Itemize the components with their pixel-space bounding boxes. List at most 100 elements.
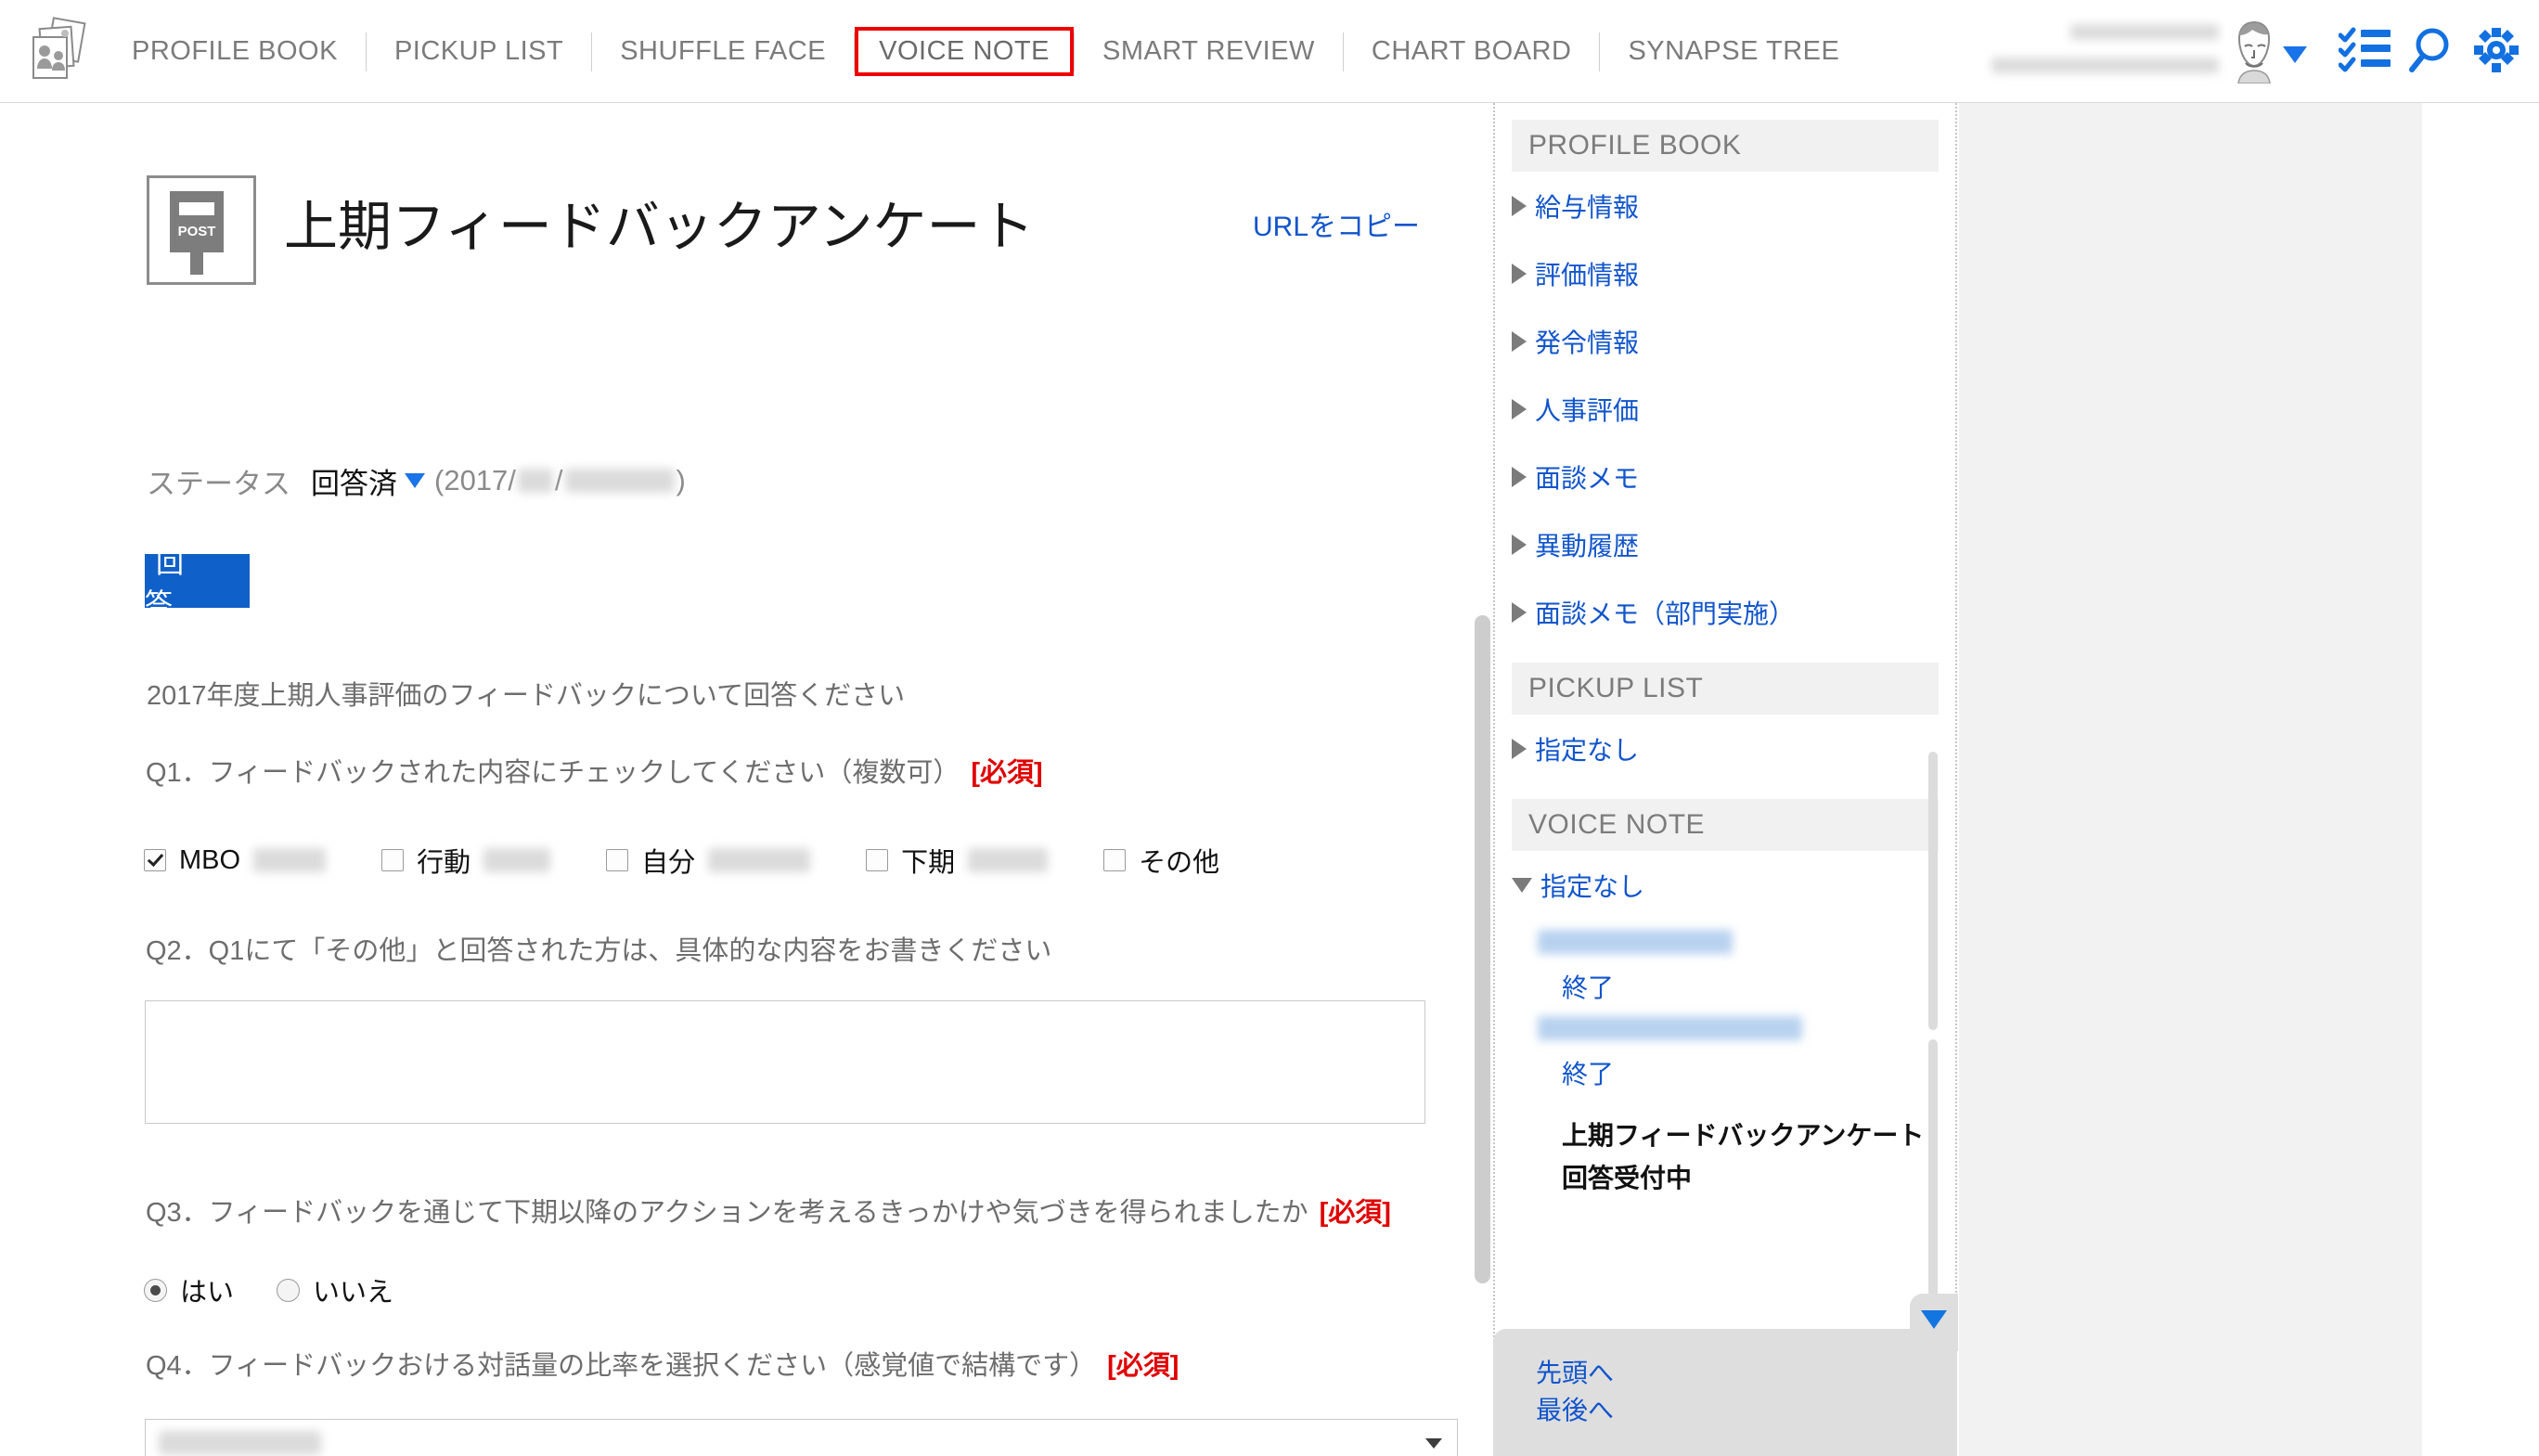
status-label: ステータス [147,467,290,500]
q1-checkbox-3[interactable] [866,849,889,871]
q1-label-text: Q1．フィードバックされた内容にチェックしてください（複数可） [146,758,960,788]
sidebar-item-mendan-memo[interactable]: 面談メモ [1512,443,1939,510]
q1-checkbox-0[interactable] [144,849,166,871]
main-content: POST 上期フィードバックアンケート URLをコピー ステータス 回答済 (2… [0,103,1485,1456]
q1-required-tag: [必須] [971,758,1043,788]
voice-note-list-item[interactable]: 終了 [1538,1005,1939,1091]
sidebar-footer: 先頭へ 最後へ [1493,1329,1957,1456]
q4-selected-value-redacted [159,1431,321,1455]
checklist-icon[interactable] [2338,26,2391,79]
user-info [1940,19,2219,84]
nav-item-smart-review[interactable]: SMART REVIEW [1075,36,1343,67]
triangle-right-icon [1512,263,1527,284]
q3-label-text: Q3．フィードバックを通じて下期以降のアクションを考えるきっかけや気づきを得られ… [146,1198,1308,1228]
status-date-day-redacted [564,469,675,493]
user-detail-redacted [1991,58,2219,73]
status-dropdown-caret-icon[interactable] [405,473,425,488]
sidebar-item-hatsurei-joho[interactable]: 発令情報 [1512,307,1939,375]
triangle-right-icon [1512,398,1527,419]
status-row: ステータス 回答済 (2017/ / ) [147,462,686,500]
q1-option-label-4: その他 [1139,848,1220,878]
post-box-icon: POST [147,175,256,285]
q1-checkbox-4[interactable] [1103,849,1127,871]
triangle-right-icon [1512,195,1527,216]
answer-button[interactable]: 回 答 [145,548,250,621]
status-date-separator: / [554,464,563,496]
q2-label: Q2．Q1にて「その他」と回答された方は、具体的な内容をお書きください [146,929,1051,968]
sidebar-item-label: 指定なし [1535,735,1640,765]
triangle-right-icon [1512,738,1527,759]
sidebar-item-label: 面談メモ [1535,463,1640,493]
sidebar-item-mendan-memo-bumon[interactable]: 面談メモ（部門実施） [1512,578,1939,646]
sidebar-item-label: 評価情報 [1535,260,1640,290]
far-right-margin [2422,103,2539,1456]
nav-item-pickup-list[interactable]: PICKUP LIST [367,36,591,67]
q3-options: はい いいえ [144,1270,406,1309]
avatar[interactable] [2227,17,2281,84]
q2-textarea[interactable] [145,1000,1425,1124]
q1-option-label-3: 下期 [901,848,956,878]
voice-note-list-item[interactable]: 終了 [1538,919,1939,1005]
sidebar-item-pickup-none[interactable]: 指定なし [1512,715,1939,782]
q1-checkbox-1[interactable] [381,849,405,871]
title-row: POST 上期フィードバックアンケート URLをコピー [147,170,1420,290]
chevron-down-icon[interactable] [2283,46,2307,63]
q4-select[interactable] [145,1419,1458,1456]
main-nav: PROFILE BOOK PICKUP LIST SHUFFLE FACE VO… [104,0,1867,103]
chevron-down-icon [1921,1310,1947,1329]
q4-label: Q4．フィードバックおける対話量の比率を選択ください（感覚値で結構です） [必須] [146,1344,1179,1383]
q3-option-label-no: いいえ [313,1278,394,1308]
sidebar-item-hyoka-joho[interactable]: 評価情報 [1512,239,1939,307]
q4-required-tag: [必須] [1107,1351,1179,1381]
q1-option-3-redacted [968,848,1049,872]
search-icon[interactable] [2407,26,2454,79]
q1-option-label-0: MBO [179,844,241,875]
voice-note-list-item-current[interactable]: 上期フィードバックアンケート 回答受付中 [1538,1115,1939,1195]
sidebar-item-ido-rireki[interactable]: 異動履歴 [1512,510,1939,578]
sidebar-item-label: 異動履歴 [1535,531,1640,560]
go-to-last-link[interactable]: 最後へ [1536,1390,1614,1427]
nav-item-synapse-tree[interactable]: SYNAPSE TREE [1600,36,1867,67]
nav-item-voice-note[interactable]: VOICE NOTE [855,27,1074,76]
q1-option-2-redacted [708,848,811,872]
voice-note-title: 上期フィードバックアンケート [1562,1121,1925,1150]
right-sidebar: PROFILE BOOK 給与情報 評価情報 発令情報 人事評価 面談メモ 異動… [1493,103,1957,1456]
main-scrollbar-thumb[interactable] [1475,615,1490,1283]
q2-label-text: Q2．Q1にて「その他」と回答された方は、具体的な内容をお書きください [146,936,1052,966]
q1-options: MBO 行動 自分 下期 その他 [144,841,1232,880]
gear-icon[interactable] [2472,26,2520,79]
svg-text:POST: POST [178,224,216,239]
nav-item-shuffle-face[interactable]: SHUFFLE FACE [592,36,854,67]
sidebar-item-label: 人事評価 [1535,395,1640,425]
voice-note-title-redacted [1538,930,1733,954]
right-empty-panel [1959,103,2422,1456]
q1-label: Q1．フィードバックされた内容にチェックしてください（複数可） [必須] [146,751,1043,790]
voice-note-status[interactable]: 終了 [1562,1054,1939,1091]
app-logo-icon[interactable] [28,17,97,85]
nav-item-profile-book[interactable]: PROFILE BOOK [104,36,366,67]
user-name-redacted [2070,24,2219,40]
top-navigation-bar: PROFILE BOOK PICKUP LIST SHUFFLE FACE VO… [0,0,2539,103]
triangle-right-icon [1512,534,1527,555]
status-date: (2017/ / ) [434,464,686,497]
q3-radio-no[interactable] [277,1278,301,1302]
form-intro-text: 2017年度上期人事評価のフィードバックについて回答ください [147,681,906,711]
page-title: 上期フィードバックアンケート [284,195,1035,258]
q3-radio-yes[interactable] [144,1278,167,1302]
nav-item-chart-board[interactable]: CHART BOARD [1344,36,1600,67]
sidebar-item-label: 給与情報 [1535,192,1640,222]
sidebar-item-jinji-hyoka[interactable]: 人事評価 [1512,375,1939,443]
sidebar-scrollbar-thumb-pickup[interactable] [1928,752,1938,1030]
sidebar-item-voice-none[interactable]: 指定なし [1512,851,1939,919]
status-value: 回答済 [311,467,397,500]
q3-required-tag: [必須] [1319,1198,1391,1228]
copy-url-link[interactable]: URLをコピー [1253,203,1420,244]
sidebar-item-kyuyo-joho[interactable]: 給与情報 [1512,172,1939,239]
status-date-suffix: ) [676,464,686,496]
go-to-first-link[interactable]: 先頭へ [1536,1353,1614,1390]
voice-note-status[interactable]: 終了 [1562,968,1939,1005]
q1-checkbox-2[interactable] [606,849,629,871]
q4-label-text: Q4．フィードバックおける対話量の比率を選択ください（感覚値で結構です） [146,1351,1097,1381]
chevron-down-icon [1425,1438,1442,1449]
triangle-right-icon [1512,330,1527,352]
